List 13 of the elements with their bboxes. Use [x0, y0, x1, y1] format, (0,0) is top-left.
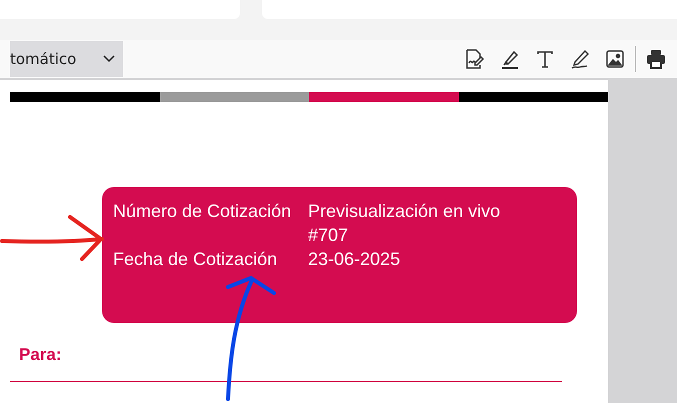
- chevron-down-icon: [103, 55, 115, 63]
- field-value: Previsualización en vivo: [308, 200, 500, 223]
- highlighter-icon[interactable]: [499, 48, 521, 70]
- field-value: #707: [308, 224, 348, 247]
- recipient-heading: Para:: [19, 345, 62, 365]
- field-label: Fecha de Cotización: [113, 248, 278, 271]
- image-icon[interactable]: [605, 49, 625, 69]
- zoom-select[interactable]: tomático: [10, 41, 123, 77]
- field-label: Número de Cotización: [113, 200, 292, 223]
- pencil-icon[interactable]: [569, 48, 591, 70]
- field-value: 23-06-2025: [308, 248, 400, 271]
- text-icon[interactable]: [535, 49, 555, 69]
- print-icon[interactable]: [646, 49, 666, 69]
